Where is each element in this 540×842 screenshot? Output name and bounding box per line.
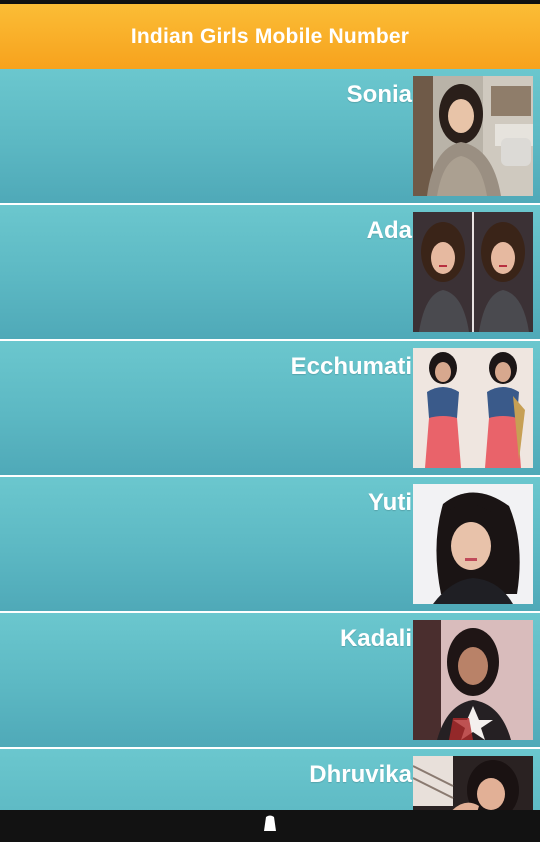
contact-name: Ecchumati — [290, 353, 412, 380]
list-item-kadali[interactable]: Kadali — [0, 613, 540, 747]
list-item-ada[interactable]: Ada — [0, 205, 540, 339]
list-item-ecchumati[interactable]: Ecchumati — [0, 341, 540, 475]
navigation-bar — [0, 810, 540, 842]
contact-photo[interactable] — [413, 484, 533, 604]
photo-woman-selfie-dark — [413, 620, 533, 740]
photo-woman-sweater-street — [413, 76, 533, 196]
contact-photo[interactable] — [413, 212, 533, 332]
contact-name: Kadali — [339, 625, 412, 652]
contact-name: Dhruvika — [309, 761, 412, 788]
contact-name: Sonia — [346, 81, 412, 108]
app-title: Indian Girls Mobile Number — [130, 24, 410, 48]
app-header: Indian Girls Mobile Number — [0, 4, 540, 69]
contact-photo[interactable] — [413, 348, 533, 468]
contact-photo[interactable] — [413, 76, 533, 196]
contact-photo[interactable] — [413, 756, 533, 810]
contact-name: Ada — [366, 217, 412, 244]
photo-woman-double-selfie — [413, 212, 533, 332]
list-item-dhruvika[interactable]: Dhruvika — [0, 749, 540, 810]
contact-list[interactable]: Sonia Ada Ecchumati Yuti Kadali Dhruvika — [0, 69, 540, 810]
list-item-yuti[interactable]: Yuti — [0, 477, 540, 611]
photo-woman-selfie-white — [413, 484, 533, 604]
contact-name: Yuti — [367, 489, 412, 516]
contact-photo[interactable] — [413, 620, 533, 740]
home-icon[interactable] — [260, 815, 280, 838]
photo-woman-saree-double — [413, 348, 533, 468]
photo-woman-selfie-window — [413, 756, 533, 810]
list-item-sonia[interactable]: Sonia — [0, 69, 540, 203]
